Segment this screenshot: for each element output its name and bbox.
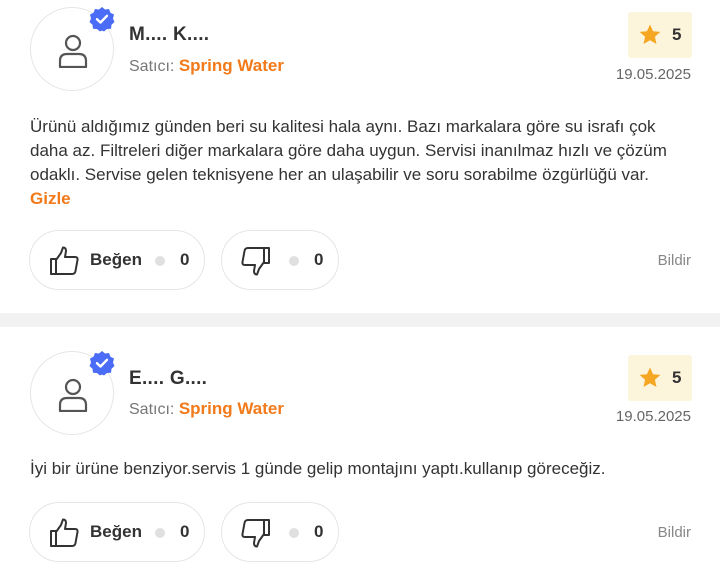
verified-badge-icon [89,7,115,32]
review-text: Ürünü aldığımız günden beri su kalitesi … [30,115,690,211]
thumbs-down-icon [241,247,270,276]
seller-info: Satıcı: Spring Water [129,399,284,419]
separator-dot [155,256,165,266]
like-label: Beğen [90,250,142,269]
seller-label: Satıcı: [129,58,175,75]
user-icon [58,34,88,68]
avatar [30,351,115,435]
like-label: Beğen [90,522,142,541]
like-count: 0 [180,250,190,269]
like-button[interactable]: Beğen 0 [29,230,205,290]
dislike-count: 0 [314,522,324,541]
review-card: E.... G.... Satıcı: Spring Water 5 19.05… [0,327,720,582]
rating-badge: 5 [628,12,692,58]
dislike-button[interactable]: 0 [221,230,339,290]
separator-dot [289,528,299,538]
review-date: 19.05.2025 [615,66,691,83]
review-card: M.... K.... Satıcı: Spring Water 5 19.05… [0,0,720,313]
rating-score: 5 [672,25,682,44]
seller-label: Satıcı: [129,401,175,418]
rating-badge: 5 [628,355,692,401]
like-button[interactable]: Beğen 0 [29,502,205,562]
dislike-button[interactable]: 0 [221,502,339,562]
user-icon [58,378,88,412]
verified-badge-icon [89,351,115,376]
star-icon [639,367,661,387]
hide-link[interactable]: Gizle [30,189,71,208]
review-text: İyi bir ürüne benziyor.servis 1 günde ge… [30,457,690,481]
reviewer-name: E.... G.... [129,368,208,389]
seller-info: Satıcı: Spring Water [129,56,284,76]
avatar [30,7,115,91]
section-divider [0,313,720,327]
report-link[interactable]: Bildir [658,524,691,541]
seller-name-link[interactable]: Spring Water [179,399,284,418]
thumbs-up-icon [50,518,79,547]
report-link[interactable]: Bildir [658,252,691,269]
review-date: 19.05.2025 [615,408,691,425]
separator-dot [289,256,299,266]
thumbs-down-icon [241,519,270,548]
rating-score: 5 [672,368,682,387]
review-text-content: İyi bir ürüne benziyor.servis 1 günde ge… [30,459,606,478]
like-count: 0 [180,522,190,541]
seller-name-link[interactable]: Spring Water [179,56,284,75]
dislike-count: 0 [314,250,324,269]
separator-dot [155,528,165,538]
thumbs-up-icon [50,246,79,275]
reviewer-name: M.... K.... [129,24,210,45]
review-text-content: Ürünü aldığımız günden beri su kalitesi … [30,117,667,184]
star-icon [639,24,661,44]
